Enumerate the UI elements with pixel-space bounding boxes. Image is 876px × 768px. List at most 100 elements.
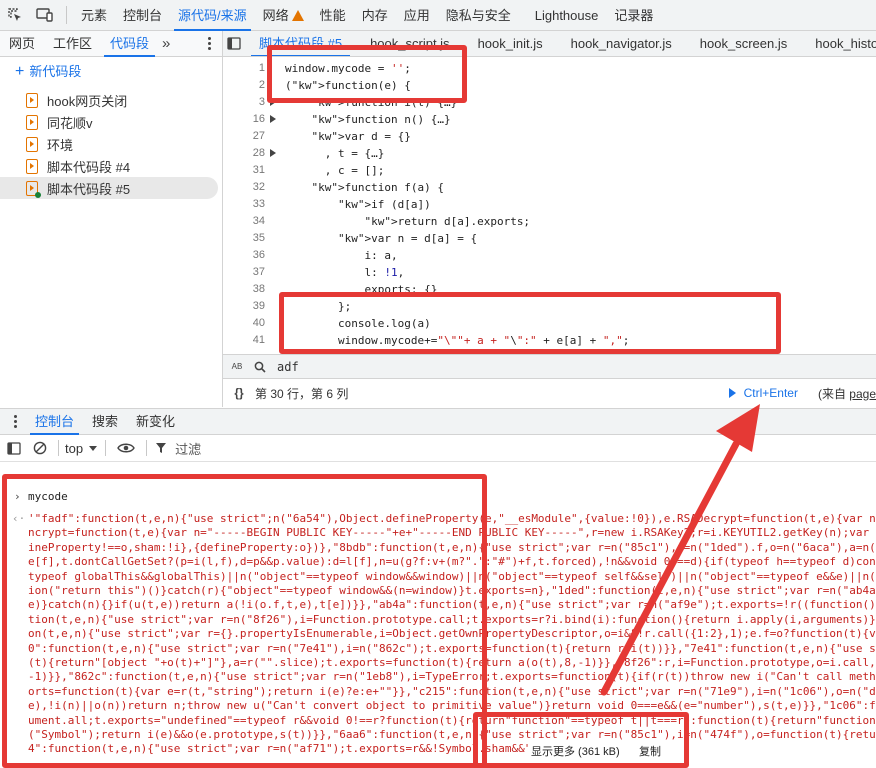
code-line: "kw">function i(t) {…}: [311, 96, 458, 109]
snippet-item[interactable]: 同花顺v: [0, 111, 222, 133]
console-output-line: tion(t,e,n){"use strict";var r=n("8f26")…: [28, 612, 876, 626]
snippet-label: 脚本代码段 #4: [47, 159, 131, 175]
show-more-button[interactable]: 显示更多 (361 kB): [528, 743, 623, 759]
line-number: 3: [258, 96, 265, 108]
fold-arrow-icon[interactable]: [270, 115, 276, 123]
run-shortcut-label: Ctrl+Enter: [743, 386, 798, 400]
show-more-label: 显示更多 (361 kB): [531, 746, 620, 758]
code-line: "kw">if (d[a]): [337, 198, 431, 211]
line-number: 40: [252, 317, 265, 329]
line-number: 39: [252, 300, 265, 312]
pretty-print-icon[interactable]: {}: [223, 386, 255, 400]
console-output-line: e),!i(n)||o(n))return n;throw new u("Can…: [28, 699, 876, 713]
snippet-item[interactable]: 脚本代码段 #4: [0, 155, 222, 177]
drawer-tab-search[interactable]: 搜索: [83, 409, 127, 435]
filter-icon: [156, 443, 167, 453]
code-editor[interactable]: window.mycode = ''; ("kw">function(e) { …: [285, 57, 876, 357]
match-case-icon[interactable]: AB: [223, 362, 251, 371]
editor-area: 脚本代码段 #5 hook_script.js hook_init.js hoo…: [223, 31, 876, 407]
snippet-item[interactable]: hook网页关闭: [0, 89, 222, 111]
console-output-line: ("Symbol");return i(e)&&o(e.prototype,s(…: [28, 728, 876, 741]
source-origin-label: (来自: [817, 386, 846, 401]
tab-sources[interactable]: 源代码/来源: [170, 0, 255, 31]
source-origin-link[interactable]: page: [849, 387, 876, 401]
line-number: 34: [252, 215, 265, 227]
drawer-tab-changes[interactable]: 新变化: [127, 409, 184, 435]
new-snippet-button[interactable]: + 新代码段: [15, 61, 222, 83]
console-output-line: ncrypt=function(t,e){var n="-----BEGIN P…: [28, 526, 876, 540]
tab-console[interactable]: 控制台: [115, 0, 170, 31]
fold-arrow-icon[interactable]: [270, 149, 276, 157]
tab-application[interactable]: 应用: [396, 0, 438, 31]
snippet-item-selected[interactable]: 脚本代码段 #5: [0, 177, 218, 199]
console-sidebar-icon[interactable]: [0, 441, 28, 455]
console-output-line: ument.all;t.exports="undefined"==typeof …: [28, 713, 876, 727]
code-line: "kw">var d = {}: [311, 130, 411, 143]
drawer-tab-console[interactable]: 控制台: [26, 409, 83, 435]
devtools-main-toolbar: 元素 控制台 源代码/来源 网络 性能 内存 应用 隐私与安全 Lighthou…: [0, 0, 876, 31]
toggle-navigator-icon[interactable]: [227, 37, 241, 50]
tab-privacy-security[interactable]: 隐私与安全: [438, 0, 519, 31]
editor-tab-hook-navigator[interactable]: hook_navigator.js: [557, 31, 686, 56]
tab-lighthouse[interactable]: Lighthouse: [527, 0, 607, 31]
console-output-line: (t){return"[object "+o(t)+"]"},a=r("".sl…: [28, 656, 876, 669]
tab-network[interactable]: 网络: [255, 0, 312, 31]
fold-arrow-icon[interactable]: [270, 98, 276, 106]
editor-search-bar: AB adf: [223, 354, 876, 378]
tab-memory[interactable]: 内存: [354, 0, 396, 31]
context-selector[interactable]: top: [65, 441, 98, 456]
more-tabs-chevron-icon[interactable]: »: [158, 35, 174, 52]
line-number: 28: [252, 147, 265, 159]
drawer-menu-icon[interactable]: [4, 415, 26, 428]
code-line: window.mycode+="\""+ a + "\":" + e[a] + …: [285, 334, 630, 347]
device-toolbar-icon[interactable]: [30, 0, 60, 31]
toolbar-divider: [146, 440, 148, 456]
editor-tab-hook-script[interactable]: hook_script.js: [356, 31, 463, 56]
console-output-line: orts=function(t){var e=r(t,"string");ret…: [28, 684, 876, 698]
snippet-file-icon: [26, 114, 38, 130]
console-output-line: ineProperty!==o,sham:!i},{defineProperty…: [28, 540, 876, 554]
console-filter[interactable]: 过滤: [155, 439, 201, 458]
snippet-file-icon: [26, 92, 38, 108]
tab-workspace[interactable]: 工作区: [44, 31, 101, 57]
code-line: console.log(a): [285, 317, 431, 330]
line-number: 31: [252, 164, 265, 176]
code-line: "kw">var n = d[a] = {: [337, 232, 478, 245]
editor-tab-hook-init[interactable]: hook_init.js: [464, 31, 557, 56]
tab-page[interactable]: 网页: [0, 31, 44, 57]
search-input[interactable]: adf: [277, 360, 299, 374]
snippet-item[interactable]: 环境: [0, 133, 222, 155]
tab-performance[interactable]: 性能: [312, 0, 354, 31]
code-line: exports: {}: [285, 283, 438, 296]
line-number: 37: [252, 266, 265, 278]
code-line: "kw">return d[a].exports;: [364, 215, 531, 228]
code-line: i: a,: [285, 249, 398, 262]
console-output-line: ion("return this")()}catch(r){"object"==…: [28, 584, 876, 597]
running-dot-icon: [35, 191, 41, 198]
inspect-element-icon[interactable]: [0, 0, 30, 31]
line-number-gutter: 1 2 3 16 27 28 31 32 33 34 35 36 37 38 3…: [223, 57, 281, 357]
sources-navigator: 网页 工作区 代码段 » + 新代码段 hook网页关闭 同花顺v 环境 脚本代码…: [0, 31, 223, 407]
plus-icon: +: [15, 63, 25, 80]
line-number: 36: [252, 249, 265, 261]
editor-tab-hook-screen[interactable]: hook_screen.js: [686, 31, 801, 56]
tab-snippets[interactable]: 代码段: [101, 31, 158, 57]
tab-elements[interactable]: 元素: [73, 0, 115, 31]
snippet-file-icon: [26, 136, 38, 152]
editor-status-bar: {} 第 30 行，第 6 列 Ctrl+Enter (来自 page: [223, 378, 876, 407]
run-snippet-button[interactable]: Ctrl+Enter: [728, 386, 798, 400]
editor-tab-hook-history[interactable]: hook_histo: [801, 31, 876, 56]
live-expression-eye-icon[interactable]: [114, 442, 138, 454]
tab-recorder[interactable]: 记录器: [606, 0, 661, 31]
line-number: 27: [252, 130, 265, 142]
console-output-line: e[f],t.dontCallGetSet?(p=i(l,f),d=p&&p.v…: [28, 555, 876, 569]
snippet-label: 环境: [47, 137, 74, 153]
editor-tab-snippet-5[interactable]: 脚本代码段 #5: [245, 31, 356, 56]
snippet-label: 脚本代码段 #5: [47, 181, 131, 197]
warning-icon: [291, 9, 304, 21]
snippet-label: hook网页关闭: [47, 93, 128, 109]
toolbar-divider: [66, 6, 67, 24]
copy-button[interactable]: 复制: [636, 743, 664, 759]
more-options-icon[interactable]: [208, 37, 212, 50]
clear-console-icon[interactable]: [28, 441, 52, 455]
